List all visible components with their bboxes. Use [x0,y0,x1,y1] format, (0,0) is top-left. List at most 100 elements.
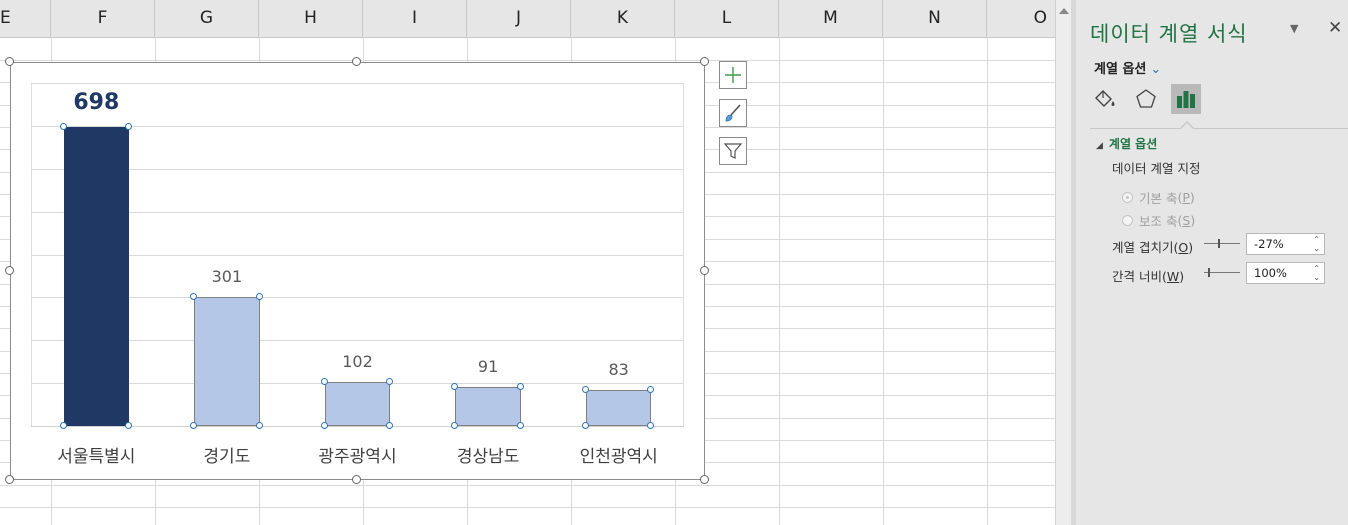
spin-up-icon[interactable]: ⌃ [1313,265,1320,273]
column-header-l[interactable]: L [675,0,779,37]
secondary-axis-label: 보조 축 [1139,214,1178,229]
chart-elements-button[interactable] [719,61,747,89]
row-gridline [0,60,1055,61]
resize-handle-icon[interactable] [5,475,14,484]
radio-icon [1122,192,1133,203]
gap-width-key: W [1166,269,1180,284]
spin-up-icon[interactable]: ⌃ [1313,236,1320,244]
format-data-series-pane: 데이터 계열 서식 ▼ ✕ 계열 옵션 ⌄ ◢ 계열 옵션 데이터 계열 지정 기본… [1076,0,1348,525]
column-header-g[interactable]: G [155,0,259,37]
selection-point-icon [582,422,590,429]
column-header-j[interactable]: J [467,0,571,37]
resize-handle-icon[interactable] [5,266,14,275]
primary-axis-label: 기본 축 [1139,191,1178,206]
category-label: 경기도 [203,447,251,467]
secondary-axis-radio[interactable]: 보조 축(S) [1122,211,1195,230]
column-header-e[interactable]: E [0,0,51,37]
data-label[interactable]: 83 [569,360,669,379]
chevron-down-icon: ⌄ [1150,62,1162,77]
column-header-i[interactable]: I [363,0,467,37]
series-overlap-slider-thumb[interactable] [1218,239,1220,248]
data-label[interactable]: 102 [308,352,408,371]
series-options-dropdown-label: 계열 옵션 [1094,62,1147,77]
series-overlap-input[interactable]: -27% ⌃ ⌄ [1246,233,1325,255]
resize-handle-icon[interactable] [352,475,361,484]
gap-width-input[interactable]: 100% ⌃ ⌄ [1246,262,1325,284]
vertical-scrollbar[interactable] [1055,0,1071,525]
resize-handle-icon[interactable] [700,475,709,484]
tab-series-options[interactable] [1171,84,1201,114]
section-title: 계열 옵션 [1108,137,1158,151]
worksheet[interactable]: E F G H I J K L M N O 698 서울특별시 301 경기도 102 광… [0,0,1055,525]
data-label[interactable]: 301 [177,267,277,286]
chart-filters-button[interactable] [719,137,747,165]
chart-bar[interactable] [194,296,260,426]
chart-gridline [31,169,684,170]
pane-options-chevron-icon[interactable]: ▼ [1290,22,1298,35]
data-label[interactable]: 698 [46,90,146,115]
series-overlap-value: -27% [1254,237,1284,251]
chart-bar[interactable] [63,126,129,426]
gap-width-slider-thumb[interactable] [1208,268,1210,277]
spin-down-icon[interactable]: ⌄ [1313,274,1320,282]
tab-indicator-inner [1180,123,1194,130]
series-overlap-slider[interactable] [1204,243,1240,244]
pane-title: 데이터 계열 서식 [1090,22,1248,46]
category-label: 서울특별시 [57,447,136,467]
radio-icon [1122,215,1133,226]
series-overlap-text: 계열 겹치기 [1112,240,1174,255]
primary-axis-radio[interactable]: 기본 축(P) [1122,188,1195,207]
chart-gridline [31,297,684,298]
row-gridline [0,485,1055,486]
category-label: 경상남도 [456,447,520,467]
pentagon-icon [1136,89,1156,108]
chart-gridline [31,340,684,341]
chart-bar[interactable] [586,390,652,426]
resize-handle-icon[interactable] [700,266,709,275]
brush-icon [725,104,741,122]
tab-effects[interactable] [1131,84,1161,114]
column-header-f[interactable]: F [51,0,155,37]
column-header-h[interactable]: H [259,0,363,37]
bar-chart-icon [1177,91,1195,108]
selection-point-icon [255,422,263,429]
chart-gridline [31,212,684,213]
chart-bar[interactable] [324,382,391,426]
column-gridline [779,38,780,525]
selection-point-icon [320,422,328,429]
section-header-series-options[interactable]: ◢ 계열 옵션 [1096,135,1157,152]
gap-width-text: 간격 너비 [1112,269,1162,284]
plot-series-on-label: 데이터 계열 지정 [1112,161,1201,176]
selection-point-icon [124,422,132,429]
resize-handle-icon[interactable] [352,57,361,66]
selection-point-icon [516,422,524,429]
resize-handle-icon[interactable] [700,57,709,66]
column-header-m[interactable]: M [779,0,883,37]
resize-handle-icon[interactable] [5,57,14,66]
paint-bucket-icon [1095,90,1115,107]
column-header-k[interactable]: K [571,0,675,37]
selection-point-icon [255,292,263,300]
category-label: 인천광역시 [579,447,658,467]
chart-gridline [31,255,684,256]
gap-width-label: 간격 너비(W) [1112,269,1185,284]
chart-gridline [31,83,684,84]
column-header-n[interactable]: N [883,0,987,37]
selection-point-icon [59,422,67,429]
chart-styles-button[interactable] [719,99,747,127]
chart-bar[interactable] [455,386,521,426]
row-gridline [0,507,1055,508]
scroll-up-arrow-icon[interactable] [1059,8,1069,14]
data-label[interactable]: 91 [438,357,538,376]
primary-axis-key: P [1182,190,1190,205]
close-icon[interactable]: ✕ [1328,18,1342,38]
spin-down-icon[interactable]: ⌄ [1313,245,1320,253]
tab-fill-line[interactable] [1090,84,1120,114]
column-header-o[interactable]: O [987,0,1055,37]
series-options-dropdown[interactable]: 계열 옵션 ⌄ [1094,58,1161,77]
column-header-bar: E F G H I J K L M N O [0,0,1055,38]
gap-width-value: 100% [1254,266,1287,280]
secondary-axis-key: S [1182,213,1191,228]
selection-point-icon [516,382,524,390]
collapse-triangle-icon: ◢ [1096,141,1103,151]
